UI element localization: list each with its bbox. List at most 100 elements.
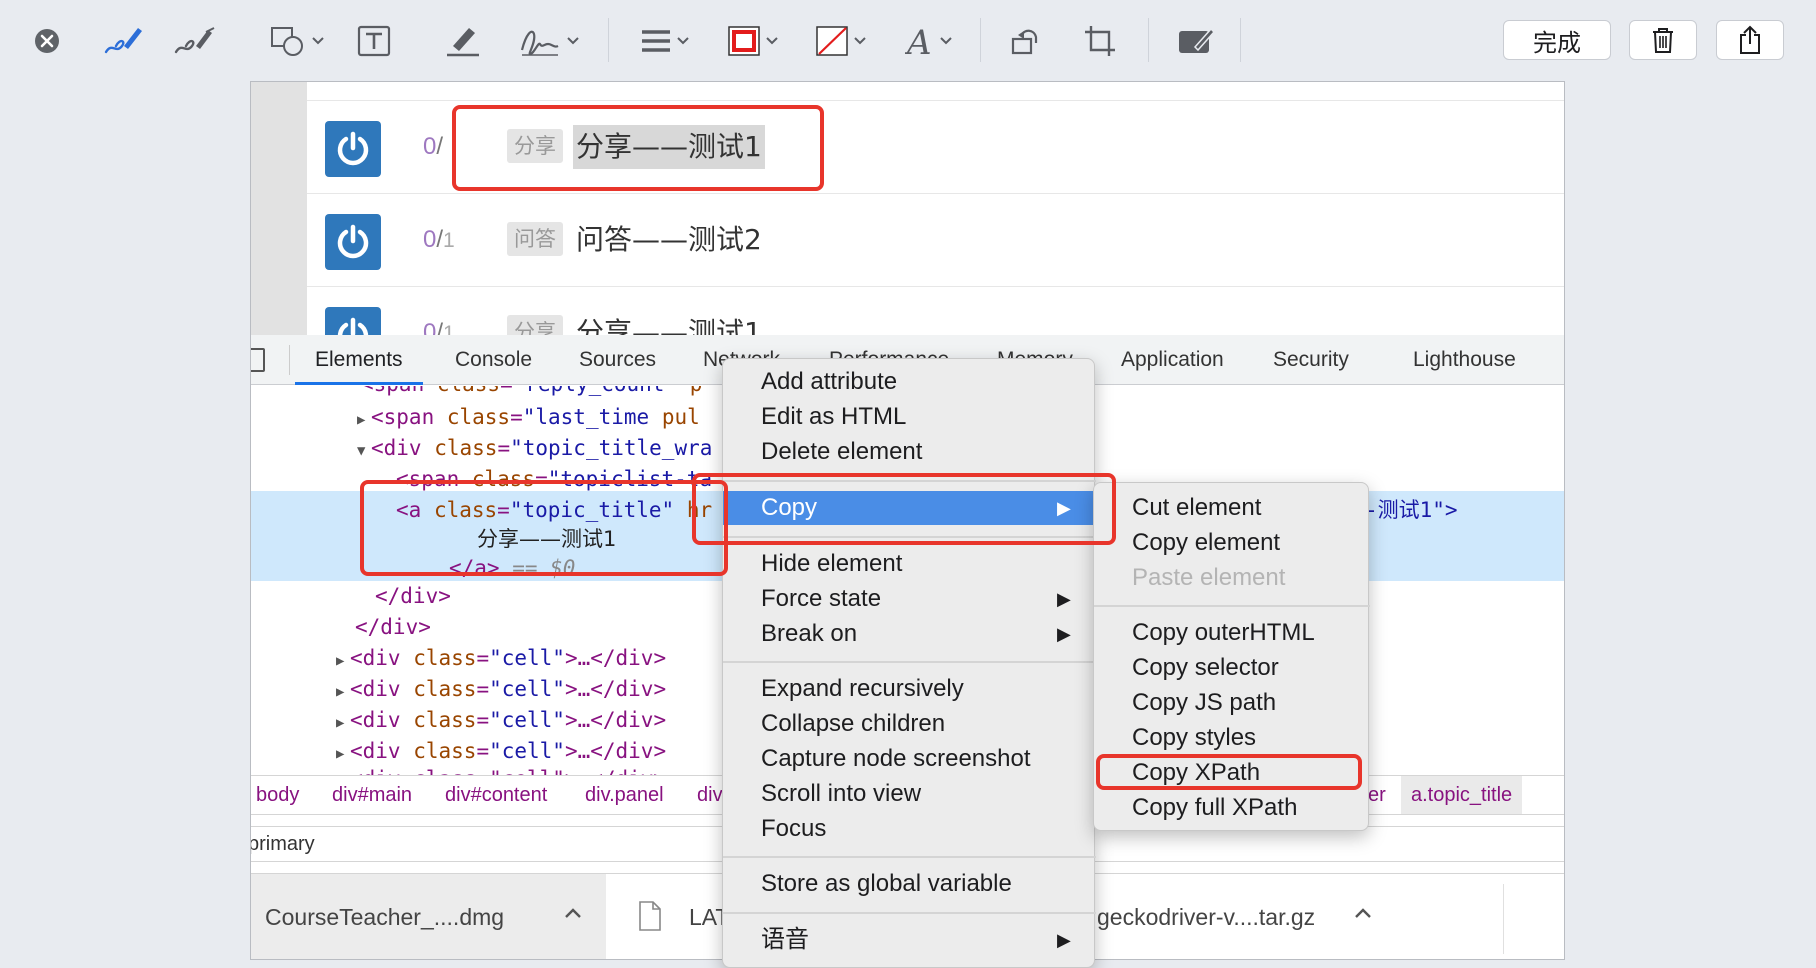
reply-count: 0/1 (423, 226, 455, 254)
sketch-pen-icon[interactable] (100, 20, 146, 62)
tab-security[interactable]: Security (1273, 335, 1349, 385)
inspect-element-icon[interactable] (251, 348, 265, 372)
tree-node[interactable]: ▶<div class="cell">…</div> (336, 736, 666, 767)
submenu-item-copy-outerhtml[interactable]: Copy outerHTML (1094, 616, 1315, 650)
menu-item-speech[interactable]: 语音 ▶ (723, 923, 1096, 957)
tab-application[interactable]: Application (1121, 335, 1224, 385)
context-menu: Add attribute Edit as HTML Delete elemen… (722, 358, 1096, 968)
highlight-icon[interactable] (442, 20, 482, 62)
node-tag: <span (371, 405, 447, 429)
done-button[interactable]: 完成 (1503, 20, 1611, 60)
reply-number: 0 (423, 226, 437, 253)
tree-node[interactable]: </div> (355, 612, 431, 643)
power-icon (337, 224, 369, 259)
download-item[interactable]: geckodriver-v....tar.gz (1076, 874, 1556, 959)
border-color-icon[interactable] (722, 20, 784, 62)
submenu-item-copy-js-path[interactable]: Copy JS path (1094, 686, 1276, 720)
chevron-up-icon[interactable] (1353, 906, 1373, 920)
avatar[interactable] (325, 121, 381, 177)
toolbar-divider (1148, 18, 1149, 62)
text-style-icon[interactable]: A (898, 20, 960, 62)
submenu-item-copy-full-xpath[interactable]: Copy full XPath (1094, 791, 1297, 825)
tree-node[interactable]: <span class="reply_count" p (361, 386, 702, 400)
tree-node[interactable]: </div> (375, 581, 451, 612)
expand-triangle-icon[interactable]: ▶ (336, 677, 350, 708)
crop-icon[interactable] (1082, 20, 1118, 62)
shapes-icon[interactable] (264, 20, 330, 62)
menu-item-hide-element[interactable]: Hide element (723, 547, 902, 581)
chevron-down-icon (940, 37, 952, 45)
menu-item-store-as-global-variable[interactable]: Store as global variable (723, 867, 1012, 901)
chevron-down-icon (312, 37, 324, 45)
expand-triangle-icon[interactable]: ▶ (357, 405, 371, 436)
node-attr-value: "topic_title_wra (510, 436, 713, 460)
menu-separator (723, 856, 1096, 858)
submenu-item-copy-selector[interactable]: Copy selector (1094, 651, 1279, 685)
breadcrumb-item[interactable]: er (1368, 776, 1386, 814)
breadcrumb-item-current[interactable]: a.topic_title (1401, 776, 1523, 814)
submenu-item-copy-element[interactable]: Copy element (1094, 526, 1280, 560)
download-item[interactable]: CourseTeacher_....dmg (251, 874, 606, 959)
menu-item-expand-recursively[interactable]: Expand recursively (723, 672, 964, 706)
node-attr: class (413, 708, 477, 732)
menu-item-edit-as-html[interactable]: Edit as HTML (723, 400, 906, 434)
menu-item-delete-element[interactable]: Delete element (723, 435, 922, 469)
avatar[interactable] (325, 214, 381, 270)
tree-node[interactable]: ▶<div class="cell">…</div> (336, 705, 666, 736)
close-icon[interactable] (32, 20, 62, 62)
submenu-item-copy-styles[interactable]: Copy styles (1094, 721, 1256, 755)
node-attr: class (413, 739, 477, 763)
topic-row[interactable]: 0/1 问答 问答——测试2 (307, 193, 1564, 286)
node-attr-value: "cell" (489, 646, 565, 670)
annotate-icon[interactable] (1176, 20, 1216, 62)
node-attr: class (446, 405, 511, 429)
node-eq: = (510, 405, 523, 429)
menu-item-capture-node-screenshot[interactable]: Capture node screenshot (723, 742, 1031, 776)
menu-item-scroll-into-view[interactable]: Scroll into view (723, 777, 921, 811)
tab-console[interactable]: Console (455, 335, 532, 385)
line-style-icon[interactable] (634, 20, 696, 62)
tree-node[interactable]: ▶<div class="cell">…</div> (336, 643, 666, 674)
breadcrumb-item[interactable]: div.panel (585, 776, 664, 814)
breadcrumb-item[interactable]: div#main (332, 776, 412, 814)
breadcrumb-item[interactable]: body (256, 776, 299, 814)
node-attr: class (413, 646, 477, 670)
node-tag: <div (350, 677, 414, 701)
submenu-item-paste-element: Paste element (1132, 564, 1286, 591)
menu-item-focus[interactable]: Focus (723, 812, 826, 846)
tree-node[interactable]: ▶<div class="cell">…</div> (336, 764, 666, 775)
node-attr-value: "cell" (489, 708, 565, 732)
menu-item-collapse-children[interactable]: Collapse children (723, 707, 945, 741)
expand-triangle-icon[interactable]: ▶ (336, 767, 350, 775)
menu-item-force-state[interactable]: Force state ▶ (723, 582, 1096, 616)
tab-lighthouse[interactable]: Lighthouse (1413, 335, 1516, 385)
view-number: 1 (443, 229, 455, 252)
expand-triangle-icon[interactable]: ▶ (336, 708, 350, 739)
submenu-item-cut-element[interactable]: Cut element (1094, 491, 1261, 525)
draw-pen-icon[interactable] (170, 20, 220, 62)
submenu-arrow-icon: ▶ (1057, 930, 1071, 950)
chevron-up-icon[interactable] (563, 906, 583, 920)
count-slash: / (436, 133, 444, 160)
delete-button[interactable] (1629, 20, 1697, 60)
menu-item-label: Break on (761, 620, 858, 647)
tab-sources[interactable]: Sources (579, 335, 656, 385)
tree-node[interactable]: ▶<div class="cell">…</div> (336, 674, 666, 705)
menu-item-add-attribute[interactable]: Add attribute (723, 365, 897, 399)
node-eq: = (476, 708, 490, 732)
markup-toolbar: A 完成 (0, 0, 1816, 80)
rotate-icon[interactable] (1008, 20, 1044, 62)
text-box-icon[interactable] (356, 20, 392, 62)
fill-color-icon[interactable] (810, 20, 872, 62)
tree-node[interactable]: ▶ <span class="last_time pul (357, 402, 700, 433)
expand-triangle-icon[interactable]: ▶ (336, 646, 350, 677)
collapse-triangle-icon[interactable]: ▼ (357, 436, 371, 467)
breadcrumb-item[interactable]: div (697, 776, 723, 814)
signature-icon[interactable] (514, 20, 584, 62)
topic-title-link[interactable]: 问答——测试2 (573, 218, 765, 262)
tab-elements[interactable]: Elements (295, 335, 423, 385)
menu-item-break-on[interactable]: Break on ▶ (723, 617, 1096, 651)
tree-node[interactable]: ▼ <div class="topic_title_wra (357, 433, 712, 464)
breadcrumb-item[interactable]: div#content (445, 776, 547, 814)
share-button[interactable] (1716, 20, 1784, 60)
